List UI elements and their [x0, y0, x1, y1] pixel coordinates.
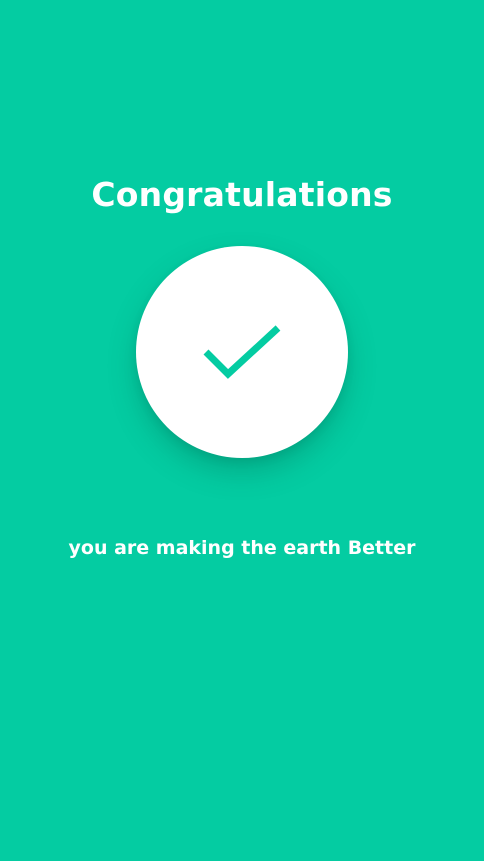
- success-badge: [136, 246, 348, 458]
- check-icon: [203, 325, 281, 379]
- success-screen: Congratulations you are making the earth…: [0, 0, 484, 861]
- page-title: Congratulations: [91, 175, 393, 214]
- subtitle-text: you are making the earth Better: [68, 537, 416, 559]
